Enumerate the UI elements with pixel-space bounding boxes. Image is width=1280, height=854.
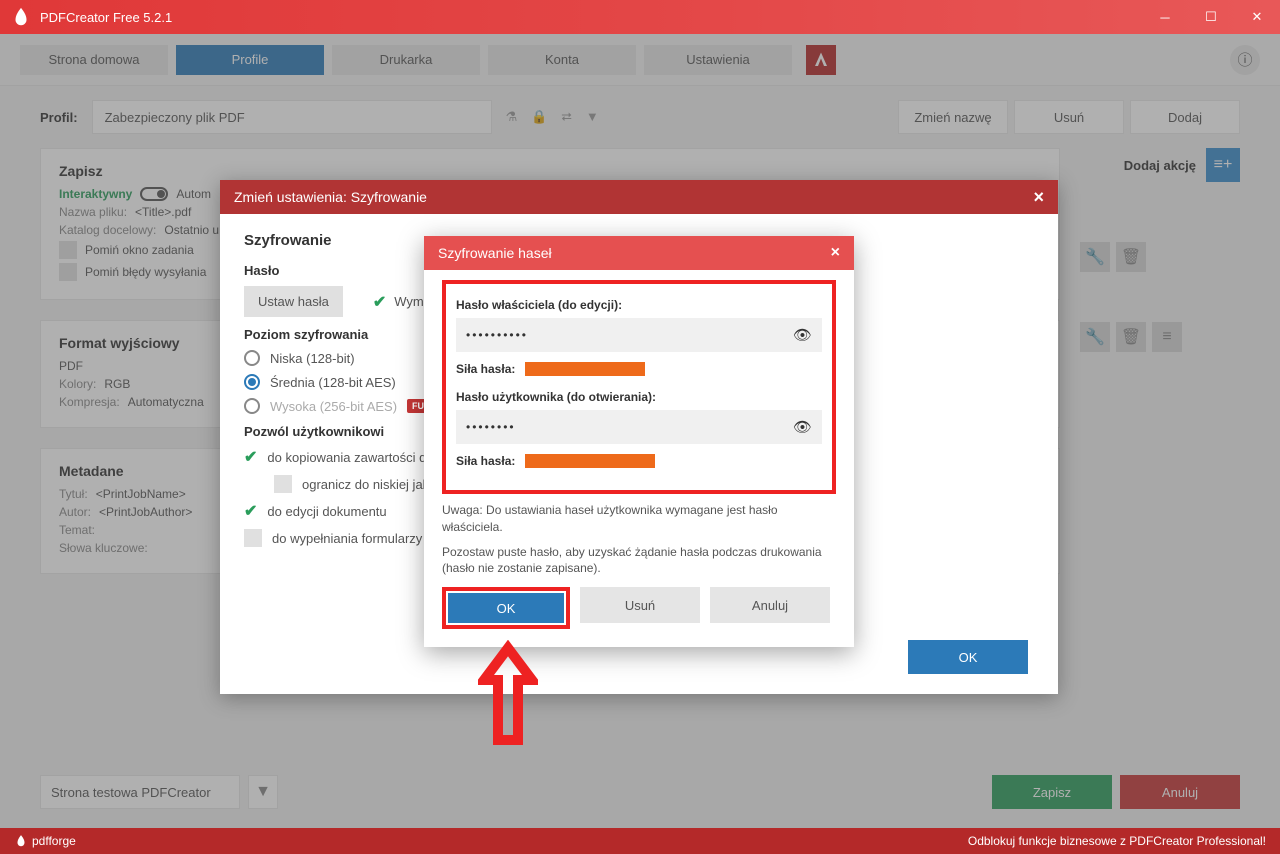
modal1-title: Zmień ustawienia: Szyfrowanie <box>234 189 427 205</box>
modal2-title: Szyfrowanie haseł <box>438 245 552 261</box>
password-note-1: Uwaga: Do ustawiania haseł użytkownika w… <box>442 502 836 536</box>
password-encryption-modal: Szyfrowanie haseł × Hasło właściciela (d… <box>424 236 854 647</box>
modal1-ok-button[interactable]: OK <box>908 640 1028 674</box>
maximize-button[interactable]: ☐ <box>1188 0 1234 34</box>
radio-medium[interactable] <box>244 374 260 390</box>
user-password-label: Hasło użytkownika (do otwierania): <box>456 390 822 404</box>
owner-strength-label: Siła hasła: <box>456 362 515 376</box>
app-logo-icon <box>10 6 32 28</box>
perm-form: do wypełniania formularzy <box>272 531 422 546</box>
modal1-header: Zmień ustawienia: Szyfrowanie × <box>220 180 1058 214</box>
set-passwords-button[interactable]: Ustaw hasła <box>244 286 343 317</box>
perm-edit-check[interactable]: ✔ <box>244 501 257 521</box>
user-password-value: •••••••• <box>466 420 793 434</box>
close-button[interactable]: ✕ <box>1234 0 1280 34</box>
user-password-input[interactable]: •••••••• 👁 <box>456 410 822 444</box>
user-strength-bar <box>525 454 655 468</box>
footer: pdfforge Odblokuj funkcje biznesowe z PD… <box>0 828 1280 854</box>
modal2-delete-button[interactable]: Usuń <box>580 587 700 623</box>
ok-button-highlight: OK <box>442 587 570 629</box>
password-fields-highlight: Hasło właściciela (do edycji): •••••••••… <box>442 280 836 494</box>
level-low: Niska (128-bit) <box>270 351 355 366</box>
footer-promo[interactable]: Odblokuj funkcje biznesowe z PDFCreator … <box>968 834 1266 848</box>
owner-password-input[interactable]: •••••••••• 👁 <box>456 318 822 352</box>
perm-lowres-checkbox[interactable] <box>274 475 292 493</box>
owner-eye-icon[interactable]: 👁 <box>793 326 812 344</box>
check-icon: ✔ <box>373 292 386 312</box>
modal2-ok-button[interactable]: OK <box>448 593 564 623</box>
perm-form-checkbox[interactable] <box>244 529 262 547</box>
user-eye-icon[interactable]: 👁 <box>793 418 812 436</box>
modal2-cancel-button[interactable]: Anuluj <box>710 587 830 623</box>
pdfforge-logo[interactable]: pdfforge <box>14 834 76 848</box>
modal1-close-icon[interactable]: × <box>1033 187 1044 208</box>
owner-strength-bar <box>525 362 645 376</box>
titlebar: PDFCreator Free 5.2.1 ─ ☐ ✕ <box>0 0 1280 34</box>
perm-copy-check[interactable]: ✔ <box>244 447 257 467</box>
radio-high[interactable] <box>244 398 260 414</box>
arrow-annotation-icon <box>478 640 538 750</box>
app-title: PDFCreator Free 5.2.1 <box>40 10 1142 25</box>
level-high: Wysoka (256-bit AES) <box>270 399 397 414</box>
user-strength-label: Siła hasła: <box>456 454 515 468</box>
perm-edit: do edycji dokumentu <box>267 504 386 519</box>
password-note-2: Pozostaw puste hasło, aby uzyskać żądani… <box>442 544 836 578</box>
level-medium: Średnia (128-bit AES) <box>270 375 396 390</box>
owner-password-value: •••••••••• <box>466 328 793 342</box>
perm-copy: do kopiowania zawartości d <box>267 450 426 465</box>
owner-password-label: Hasło właściciela (do edycji): <box>456 298 822 312</box>
modal2-header: Szyfrowanie haseł × <box>424 236 854 270</box>
modal2-close-icon[interactable]: × <box>831 244 840 262</box>
radio-low[interactable] <box>244 350 260 366</box>
perm-lowres: ogranicz do niskiej jako <box>302 477 436 492</box>
minimize-button[interactable]: ─ <box>1142 0 1188 34</box>
